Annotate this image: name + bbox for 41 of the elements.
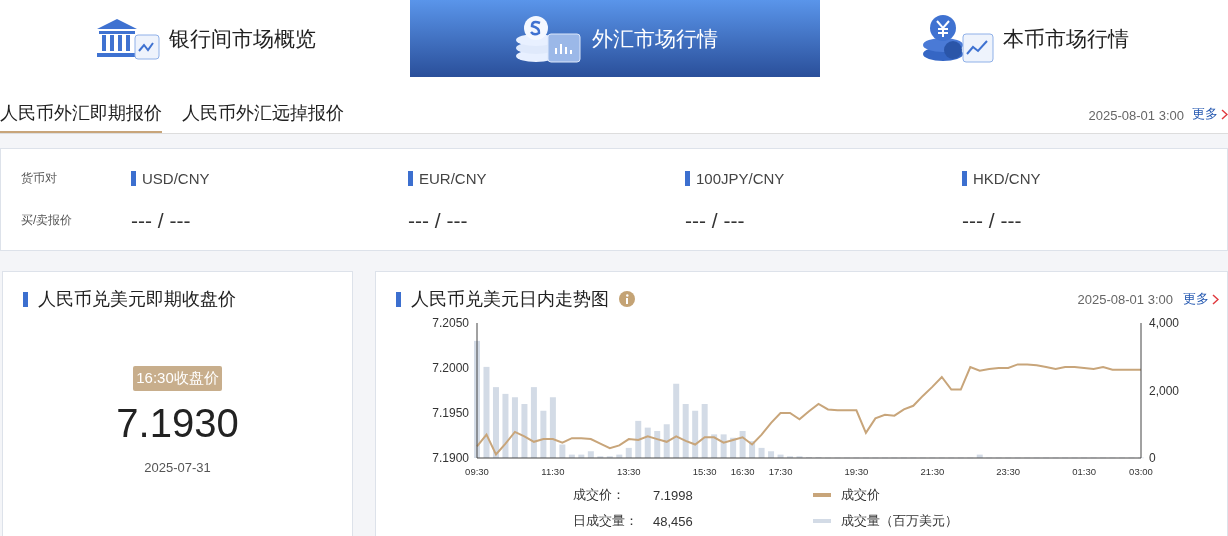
- currency-pair: 100JPY/CNY: [696, 169, 785, 187]
- card-title: 人民币兑美元日内走势图: [411, 288, 609, 311]
- axis-label: 4,000: [1149, 316, 1180, 330]
- info-label: 日成交量：: [573, 512, 639, 530]
- currency-pair: USD/CNY: [142, 169, 210, 187]
- update-time: 2025-08-01 3:00: [1077, 291, 1173, 307]
- bid-ask-price: --- / ---: [962, 208, 1023, 233]
- axis-label: 15:30: [692, 466, 717, 477]
- closing-price: 7.1930: [116, 401, 239, 446]
- axis-label: 09:30: [465, 466, 489, 477]
- info-label: 成交价：: [573, 486, 626, 504]
- axis-label: 0: [1149, 451, 1156, 465]
- info-value: 7.1998: [653, 487, 694, 503]
- axis-label: 13:30: [616, 466, 641, 477]
- axis-label: 11:30: [541, 466, 565, 477]
- currency-pair: HKD/CNY: [973, 169, 1041, 187]
- closing-time-tag: 16:30收盘价: [133, 366, 222, 391]
- card-title: 人民币兑美元即期收盘价: [38, 288, 236, 311]
- axis-label: 23:30: [996, 466, 1021, 477]
- axis-label: 7.2050: [432, 316, 469, 330]
- axis-label: 7.2000: [432, 361, 469, 375]
- axis-label: 7.1900: [432, 451, 469, 465]
- axis-label: 21:30: [920, 466, 945, 477]
- legend-label: 成交价: [841, 486, 881, 504]
- bid-ask-price: --- / ---: [131, 208, 192, 233]
- legend-label: 成交量（百万美元）: [841, 512, 959, 530]
- currency-pair: EUR/CNY: [419, 169, 487, 187]
- bid-ask-price: --- / ---: [685, 208, 746, 233]
- bid-ask-price: --- / ---: [408, 208, 469, 233]
- axis-label: 16:30: [730, 466, 755, 477]
- axis-label: 2,000: [1149, 383, 1180, 398]
- axis-label: 19:30: [844, 466, 869, 477]
- closing-date: 2025-07-31: [144, 460, 211, 475]
- axis-label: 7.1950: [432, 406, 469, 420]
- info-value: 48,456: [653, 513, 694, 529]
- axis-label: 01:30: [1072, 466, 1096, 477]
- update-time: 2025-08-01 3:00: [1088, 108, 1184, 123]
- row-label: 货币对: [20, 169, 58, 187]
- row-label: 买/卖报价: [20, 212, 74, 230]
- axis-label: 17:30: [768, 466, 793, 477]
- axis-label: 03:00: [1129, 466, 1153, 477]
